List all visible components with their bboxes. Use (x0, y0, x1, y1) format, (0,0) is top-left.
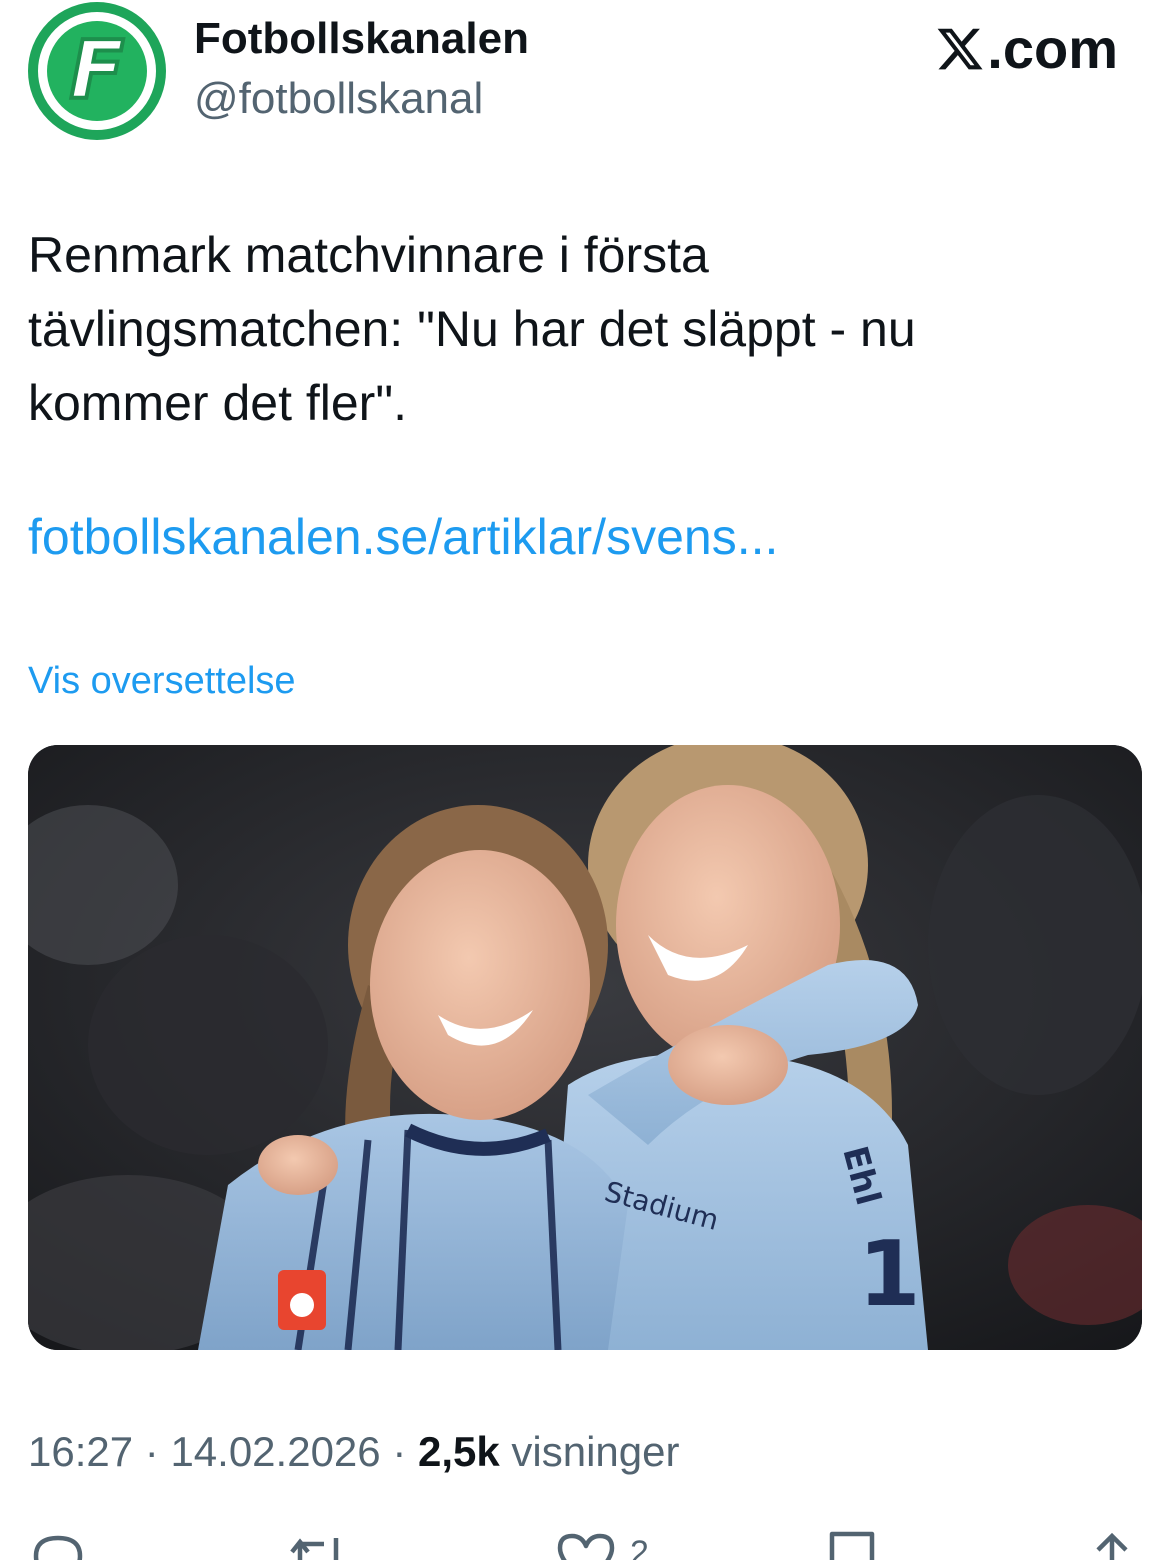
share-button[interactable] (1082, 1528, 1142, 1560)
tweet-text: Renmark matchvinnare i första tävlingsma… (28, 227, 916, 431)
photo-players-celebrating: Stadium Ehl 1 (28, 745, 1142, 1350)
retweet-button[interactable] (288, 1528, 348, 1560)
meta-separator: · (133, 1428, 171, 1475)
views-label: visninger (511, 1428, 680, 1475)
views-count: 2,5k (417, 1428, 500, 1475)
avatar[interactable]: F (28, 2, 166, 140)
x-com-brand: .com (935, 16, 1118, 81)
jersey-number: 1 (858, 1222, 921, 1327)
article-link[interactable]: fotbollskanalen.se/artiklar/svens... (28, 508, 778, 566)
reply-button[interactable] (28, 1528, 88, 1560)
retweet-icon (290, 1538, 339, 1560)
tweet-page: F Fotbollskanalen @fotbollskanal .com Re… (0, 0, 1170, 1560)
tweet-meta: 16:27 · 14.02.2026 · 2,5k visninger (28, 1428, 680, 1476)
like-count: 2 (630, 1534, 649, 1560)
brand-label: .com (987, 17, 1118, 80)
heart-icon (557, 1533, 615, 1560)
bookmark-icon (829, 1531, 875, 1560)
tweet-date[interactable]: 14.02.2026 (170, 1428, 380, 1475)
translate-link[interactable]: Vis oversettelse (28, 660, 296, 703)
meta-separator-2: · (380, 1428, 418, 1475)
user-handle[interactable]: @fotbollskanal (194, 74, 483, 124)
like-button[interactable]: 2 (556, 1528, 649, 1560)
avatar-letter: F (68, 24, 127, 117)
reply-icon (33, 1535, 83, 1560)
avatar-logo: F (47, 21, 147, 121)
bookmark-button[interactable] (822, 1528, 882, 1560)
tweet-time[interactable]: 16:27 (28, 1428, 133, 1475)
x-logo-icon (937, 28, 983, 69)
share-icon (1096, 1532, 1128, 1560)
tweet-photo[interactable]: Stadium Ehl 1 (28, 745, 1142, 1350)
display-name[interactable]: Fotbollskanalen (194, 14, 529, 64)
